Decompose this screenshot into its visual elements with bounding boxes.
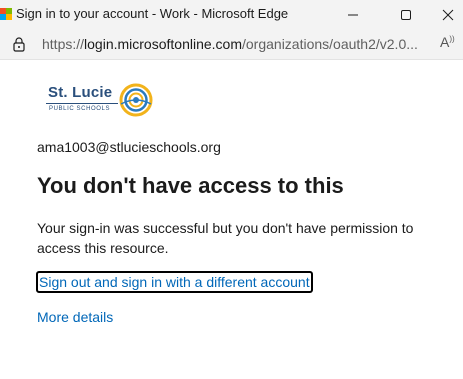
maximize-button[interactable] [383, 0, 429, 29]
sun-emblem-icon [119, 83, 153, 117]
url-path: /organizations/oauth2/v2.0... [242, 36, 418, 52]
url-prefix: https:// [42, 36, 85, 52]
account-email: ama1003@stlucieschools.org [37, 139, 221, 155]
sign-out-switch-account-link[interactable]: Sign out and sign in with a different ac… [36, 271, 313, 293]
minimize-button[interactable] [330, 0, 376, 29]
logo-name: St. Lucie [48, 84, 113, 101]
organization-logo: St. Lucie PUBLIC SCHOOLS [46, 82, 158, 118]
maximize-icon [401, 9, 411, 20]
url-host: login.microsoftonline.com [84, 36, 242, 52]
page-content: St. Lucie PUBLIC SCHOOLS ama1003@stlucie… [0, 60, 463, 379]
logo-subtitle: PUBLIC SCHOOLS [49, 106, 111, 112]
window-title: Sign in to your account - Work - Microso… [16, 6, 289, 21]
page-title: You don't have access to this [37, 173, 344, 198]
close-icon [442, 9, 453, 20]
address-bar[interactable]: https://login.microsoftonline.com/organi… [0, 29, 463, 60]
lock-icon[interactable] [11, 36, 27, 52]
microsoft-logo-icon [0, 8, 12, 20]
browser-window: Sign in to your account - Work - Microso… [0, 0, 463, 379]
read-aloud-icon[interactable]: A)) [440, 34, 455, 50]
title-bar: Sign in to your account - Work - Microso… [0, 0, 463, 29]
url-text[interactable]: https://login.microsoftonline.com/organi… [42, 36, 418, 52]
close-button[interactable] [432, 0, 463, 29]
more-details-link[interactable]: More details [37, 309, 113, 325]
logo-divider [46, 103, 118, 104]
error-message: Your sign-in was successful but you don'… [37, 220, 414, 256]
minimize-icon [348, 14, 358, 15]
